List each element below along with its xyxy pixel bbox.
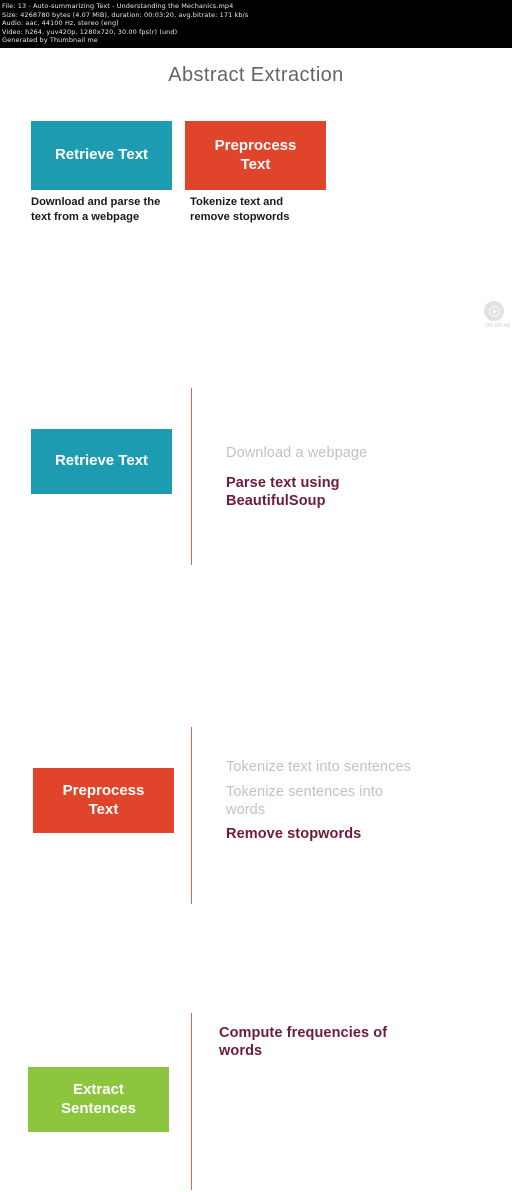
slide-divider-rule bbox=[191, 388, 192, 565]
play-icon bbox=[488, 305, 500, 317]
thumbnail-frame-1[interactable]: Abstract Extraction Retrieve Text Downlo… bbox=[0, 48, 512, 334]
flow-card-label: Preprocess Text bbox=[214, 137, 297, 173]
thumbnail-timestamp: 00:00:49 bbox=[485, 323, 510, 329]
media-info-generator: Generated by Thumbnail me bbox=[2, 36, 98, 45]
flow-card-label: Retrieve Text bbox=[54, 146, 149, 164]
flow-card-preprocess-text: Preprocess Text bbox=[185, 121, 326, 190]
flow-card-retrieve-text: Retrieve Text bbox=[31, 121, 172, 190]
slide-bullet-2: Tokenize sentences into words bbox=[226, 784, 384, 819]
flow-card-label: Retrieve Text bbox=[54, 452, 149, 470]
thumbnail-frame-4[interactable]: Extract Sentences Compute frequencies of… bbox=[0, 906, 512, 1192]
thumbnail-frame-2[interactable]: Retrieve Text Download a webpage Parse t… bbox=[0, 334, 512, 620]
flow-card-caption-retrieve-text: Download and parse the text from a webpa… bbox=[31, 196, 161, 224]
flow-card-preprocess-text: Preprocess Text bbox=[33, 768, 174, 833]
slide-bullet-1: Tokenize text into sentences bbox=[226, 759, 411, 775]
media-info-file: File: 13 - Auto-summarizing Text - Under… bbox=[2, 2, 234, 10]
play-button-overlay[interactable] bbox=[484, 301, 504, 321]
media-info-header: File: 13 - Auto-summarizing Text - Under… bbox=[0, 0, 512, 48]
media-info-audio: Audio: aac, 44100 Hz, stereo (eng) bbox=[2, 19, 119, 28]
flow-card-label: Preprocess Text bbox=[62, 782, 145, 818]
flow-card-caption-preprocess-text: Tokenize text and remove stopwords bbox=[190, 196, 290, 224]
media-info-size: Size: 4268780 bytes (4.07 MiB), duration… bbox=[2, 10, 249, 19]
thumbnail-sheet: Abstract Extraction Retrieve Text Downlo… bbox=[0, 48, 512, 1192]
media-info-video: Video: h264, yuv420p, 1280x720, 30.00 fp… bbox=[2, 27, 178, 36]
thumbnail-frame-3[interactable]: Preprocess Text Tokenize text into sente… bbox=[0, 620, 512, 906]
flow-card-label: Extract Sentences bbox=[60, 1081, 137, 1117]
slide-divider-rule bbox=[191, 727, 192, 904]
flow-card-retrieve-text: Retrieve Text bbox=[31, 429, 172, 494]
slide-bullet-3: Remove stopwords bbox=[226, 826, 362, 842]
slide-bullet-2: Parse text using BeautifulSoup bbox=[226, 475, 340, 510]
slide-bullet-1: Download a webpage bbox=[226, 445, 368, 461]
flow-card-extract-sentences: Extract Sentences bbox=[28, 1067, 169, 1132]
slide-title: Abstract Extraction bbox=[168, 64, 344, 86]
slide-bullet-1: Compute frequencies of words bbox=[219, 1025, 388, 1060]
slide-divider-rule bbox=[191, 1013, 192, 1190]
